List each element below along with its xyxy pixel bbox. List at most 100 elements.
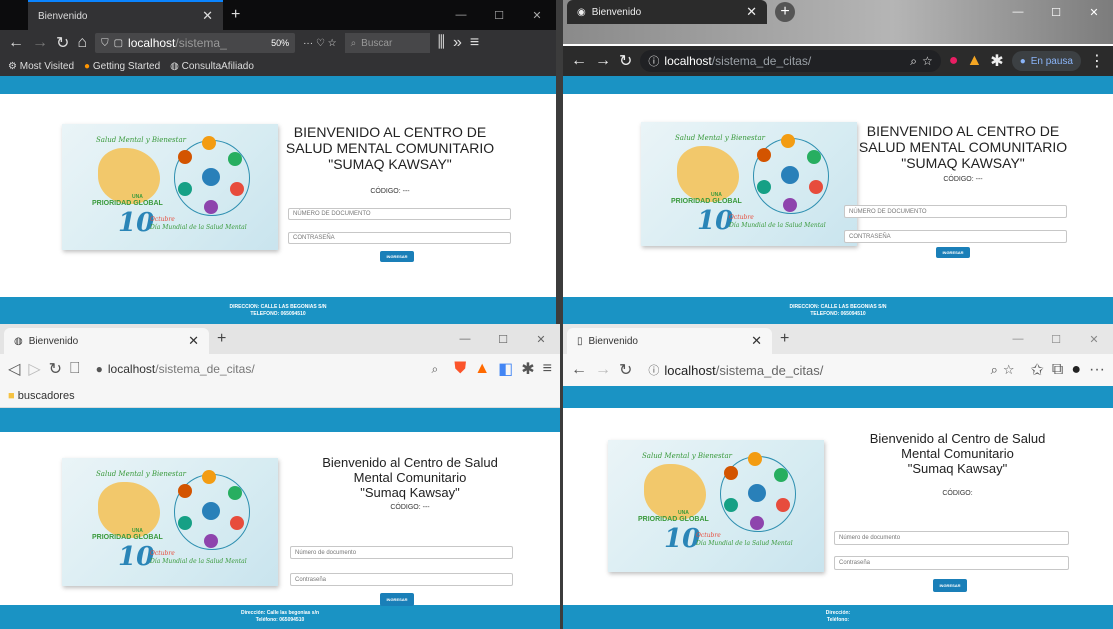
minimize-icon[interactable]: — xyxy=(442,0,480,30)
password-field[interactable]: CONTRASEÑA xyxy=(288,232,511,244)
document-number-field[interactable]: NÚMERO DE DOCUMENTO xyxy=(288,208,511,220)
nav-bar: ← → ↻ ⓘ localhost/sistema_de_citas/ ⌕ ☆ … xyxy=(563,46,1113,76)
avatar[interactable]: ● xyxy=(1071,361,1081,379)
minimize-icon[interactable]: — xyxy=(999,0,1037,24)
tab-bienvenido[interactable]: ◉ Bienvenido ✕ xyxy=(567,0,767,24)
password-field[interactable]: CONTRASEÑA xyxy=(844,230,1067,243)
close-tab-icon[interactable]: ✕ xyxy=(746,4,757,20)
bookmark-icon[interactable]: ⎕ xyxy=(70,360,80,378)
footer-address: Dirección: xyxy=(825,610,851,616)
close-tab-icon[interactable]: ✕ xyxy=(202,8,213,24)
login-button[interactable]: INGRESAR xyxy=(933,579,967,592)
poster-month: Octubre xyxy=(729,214,754,221)
library-icon[interactable]: ⫼ xyxy=(438,34,445,52)
password-field[interactable]: Contraseña xyxy=(290,573,513,586)
extension-icon[interactable]: ● xyxy=(949,52,959,70)
back-icon[interactable]: ◁ xyxy=(8,359,20,379)
back-icon[interactable]: ← xyxy=(8,34,24,52)
tab-bienvenido[interactable]: Bienvenido ✕ xyxy=(28,0,223,30)
menu-icon[interactable]: ≡ xyxy=(470,34,479,52)
back-icon[interactable]: ← xyxy=(571,361,587,379)
tab-bienvenido[interactable]: ▯ Bienvenido ✕ xyxy=(567,328,772,354)
minimize-icon[interactable]: — xyxy=(446,324,484,354)
nav-bar: ← → ↻ ⓘ localhost/sistema_de_citas/ ⌕ ☆ … xyxy=(563,354,1113,386)
puzzle-icon[interactable]: ✱ xyxy=(990,51,1003,71)
reload-icon[interactable]: ↻ xyxy=(56,33,69,53)
document-number-field[interactable]: Número de documento xyxy=(290,546,513,559)
bookmark-folder-buscadores[interactable]: ■ buscadores xyxy=(8,390,75,402)
footer-address: DIRECCION: CALLE LAS BEGONIAS S/N xyxy=(789,303,887,310)
url-bar[interactable]: ● localhost/sistema_de_citas/ ⌕ xyxy=(88,358,447,380)
close-window-icon[interactable]: ✕ xyxy=(522,324,560,354)
forward-icon[interactable]: ▷ xyxy=(28,359,40,379)
map-illustration xyxy=(677,146,739,202)
forward-icon[interactable]: → xyxy=(32,34,48,52)
map-illustration xyxy=(644,464,706,520)
tab-strip: ◍ Bienvenido ✕ + — ☐ ✕ xyxy=(0,324,560,354)
poster-title: Salud Mental y Bienestar xyxy=(642,452,732,460)
login-button[interactable]: INGRESAR xyxy=(936,247,970,258)
reload-icon[interactable]: ↻ xyxy=(619,360,632,380)
login-button[interactable]: INGRESAR xyxy=(380,251,414,262)
close-tab-icon[interactable]: ✕ xyxy=(188,333,199,349)
menu-icon[interactable]: ··· xyxy=(1089,361,1105,379)
forward-icon[interactable]: → xyxy=(595,52,611,70)
collections-icon[interactable]: ⧉ xyxy=(1052,361,1063,379)
bookmark-consulta-afiliado[interactable]: ◍ ConsultaAfiliado xyxy=(170,61,254,72)
overflow-icon[interactable]: » xyxy=(453,34,462,52)
zoom-level[interactable]: 50% xyxy=(271,38,289,48)
bookmark-getting-started[interactable]: ● Getting Started xyxy=(84,61,160,72)
page-content: Dirección: Calle las begonias s/n Teléfon… xyxy=(0,408,560,629)
star-icon[interactable]: ☆ xyxy=(922,54,933,68)
document-number-field[interactable]: Número de documento xyxy=(834,531,1069,545)
translate-icon[interactable]: ◧ xyxy=(498,359,513,379)
more-actions-icon[interactable]: ··· ♡ ☆ xyxy=(303,38,336,49)
document-number-field[interactable]: NÚMERO DE DOCUMENTO xyxy=(844,205,1067,218)
home-icon[interactable]: ⌂ xyxy=(77,34,87,52)
maximize-icon[interactable]: ☐ xyxy=(1037,324,1075,354)
url-bar[interactable]: ⓘ localhost/sistema_de_citas/ ⌕ ☆ xyxy=(640,359,1022,381)
poster-icon-4 xyxy=(178,516,192,530)
welcome-title-line: BIENVENIDO AL CENTRO DE xyxy=(293,124,487,140)
bookmark-most-visited[interactable]: ⚙ Most Visited xyxy=(8,61,74,72)
puzzle-icon[interactable]: ✱ xyxy=(521,359,534,379)
password-field[interactable]: Contraseña xyxy=(834,556,1069,570)
close-tab-icon[interactable]: ✕ xyxy=(751,333,762,349)
zoom-icon[interactable]: ⌕ xyxy=(432,362,439,377)
star-icon[interactable]: ☆ xyxy=(1003,362,1015,378)
zoom-icon[interactable]: ⌕ xyxy=(991,362,998,378)
brave-shields-icon[interactable]: ⛊ xyxy=(454,360,466,378)
forward-icon[interactable]: → xyxy=(595,361,611,379)
url-bar[interactable]: ⛉ ▢ localhost/sistema_ 50% xyxy=(95,33,296,53)
zoom-icon[interactable]: ⌕ xyxy=(910,54,917,69)
close-window-icon[interactable]: ✕ xyxy=(1075,324,1113,354)
tab-strip: ◉ Bienvenido ✕ + — ☐ ✕ xyxy=(563,0,1113,44)
new-tab-button[interactable]: + xyxy=(209,324,234,354)
url-bar[interactable]: ⓘ localhost/sistema_de_citas/ ⌕ ☆ xyxy=(640,50,941,72)
new-tab-button[interactable]: + xyxy=(767,0,803,24)
brave-rewards-icon[interactable]: ▲ xyxy=(474,360,490,378)
reload-icon[interactable]: ↻ xyxy=(49,359,62,379)
new-tab-button[interactable]: + xyxy=(223,0,248,30)
close-window-icon[interactable]: ✕ xyxy=(518,0,556,30)
login-button[interactable]: INGRESAR xyxy=(380,593,414,606)
extension-icon-2[interactable]: ▲ xyxy=(966,52,982,70)
search-box[interactable]: ⌕ Buscar xyxy=(344,33,430,53)
maximize-icon[interactable]: ☐ xyxy=(1037,0,1075,24)
maximize-icon[interactable]: ☐ xyxy=(480,0,518,30)
favorites-icon[interactable]: ✩ xyxy=(1031,360,1044,380)
close-window-icon[interactable]: ✕ xyxy=(1075,0,1113,24)
menu-icon[interactable]: ≡ xyxy=(543,360,552,378)
tab-bienvenido[interactable]: ◍ Bienvenido ✕ xyxy=(4,328,209,354)
profile-button[interactable]: ● En pausa xyxy=(1011,51,1081,71)
welcome-title-line: Bienvenido al Centro de Salud xyxy=(869,431,1046,446)
menu-icon[interactable]: ⋮ xyxy=(1089,51,1105,71)
minimize-icon[interactable]: — xyxy=(999,324,1037,354)
poster-event: Día Mundial de la Salud Mental xyxy=(729,222,826,229)
new-tab-button[interactable]: + xyxy=(772,324,797,354)
campaign-poster: Salud Mental y Bienestar UNA PRIORIDAD GLO… xyxy=(62,458,278,586)
url-path: /sistema_de_citas/ xyxy=(711,54,812,68)
back-icon[interactable]: ← xyxy=(571,52,587,70)
maximize-icon[interactable]: ☐ xyxy=(484,324,522,354)
reload-icon[interactable]: ↻ xyxy=(619,51,632,71)
